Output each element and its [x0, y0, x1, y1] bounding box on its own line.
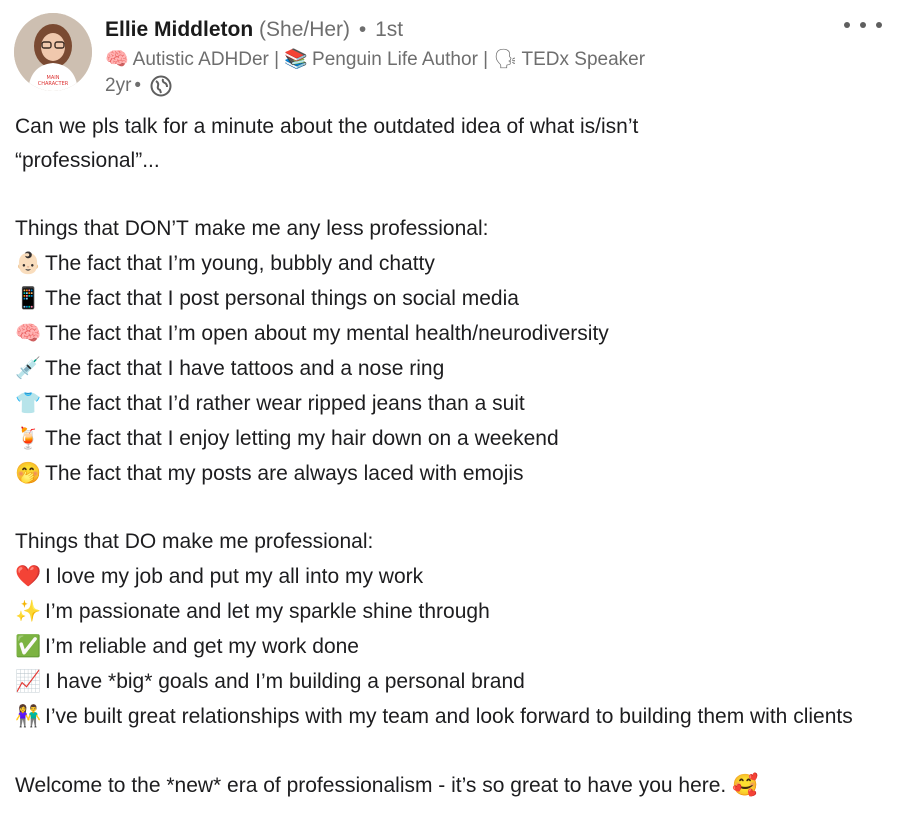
check-mark-icon: ✅	[15, 634, 42, 658]
list-item: 👕 The fact that I’d rather wear ripped je…	[15, 386, 885, 421]
red-heart-icon: ❤️	[15, 564, 42, 588]
list-item-text: The fact that I enjoy letting my hair do…	[45, 427, 559, 450]
author-pronouns: (She/Her)	[259, 18, 351, 41]
author-headline: 🧠 Autistic ADHDer | 📚 Penguin Life Author …	[105, 46, 645, 72]
post-meta: 2yr •	[105, 73, 645, 99]
list-item-text: The fact that I post personal things on …	[45, 287, 519, 310]
brain-icon: 🧠	[105, 48, 129, 70]
more-options-button[interactable]	[844, 14, 882, 36]
list-item: 🤭 The fact that my posts are always laced…	[15, 456, 885, 491]
shirt-icon: 👕	[15, 391, 42, 415]
list-item-text: I’m reliable and get my work done	[45, 635, 359, 658]
brain-icon: 🧠	[15, 321, 42, 345]
post-intro: Can we pls talk for a minute about the o…	[15, 115, 639, 172]
svg-text:CHARACTER: CHARACTER	[38, 81, 69, 87]
headline-part: Autistic ADHDer |	[132, 49, 280, 70]
list-item: 👫 I’ve built great relationships with my …	[15, 699, 885, 734]
chart-increasing-icon: 📈	[15, 669, 42, 693]
headline-part: Penguin Life Author |	[312, 49, 489, 70]
dot-icon	[844, 22, 850, 28]
list-item: 👶🏻 The fact that I’m young, bubbly and ch…	[15, 246, 885, 281]
avatar[interactable]: MAIN CHARACTER	[14, 13, 92, 91]
list-item-text: The fact that I’m young, bubbly and chat…	[45, 252, 435, 275]
smiling-face-hearts-icon: 🥰	[732, 773, 759, 797]
do-heading: Things that DO make me professional:	[15, 530, 374, 553]
list-item: 📱 The fact that I post personal things on…	[15, 281, 885, 316]
author-name[interactable]: Ellie Middleton	[105, 18, 253, 41]
speaking-head-icon: 🗣	[493, 48, 518, 70]
list-item-text: I’ve built great relationships with my t…	[45, 705, 853, 728]
list-item-text: The fact that I have tattoos and a nose …	[45, 357, 445, 380]
post-header: Ellie Middleton (She/Her) • 1st 🧠 Autisti…	[105, 16, 645, 99]
list-item-text: The fact that my posts are always laced …	[45, 462, 524, 485]
list-item: 📈 I have *big* goals and I’m building a p…	[15, 664, 885, 699]
list-item: 🧠 The fact that I’m open about my mental …	[15, 316, 885, 351]
sparkles-icon: ✨	[15, 599, 42, 623]
closing-text: Welcome to the *new* era of professional…	[15, 774, 727, 797]
list-item: 🍹 The fact that I enjoy letting my hair d…	[15, 421, 885, 456]
list-item: ✨ I’m passionate and let my sparkle shine…	[15, 594, 885, 629]
people-holding-hands-icon: 👫	[15, 704, 42, 728]
list-item-text: The fact that I’d rather wear ripped jea…	[45, 392, 525, 415]
post-body: Can we pls talk for a minute about the o…	[15, 110, 885, 803]
books-icon: 📚	[284, 48, 309, 70]
dot-icon	[860, 22, 866, 28]
baby-icon: 👶🏻	[15, 251, 42, 275]
connection-degree: 1st	[375, 18, 404, 41]
hushed-face-icon: 🤭	[15, 461, 42, 485]
list-item-text: I love my job and put my all into my wor…	[45, 565, 424, 588]
list-item-text: I’m passionate and let my sparkle shine …	[45, 600, 490, 623]
globe-icon	[150, 75, 172, 97]
post-time[interactable]: 2yr	[105, 73, 131, 99]
post-closing: Welcome to the *new* era of professional…	[15, 768, 885, 803]
dot-icon	[876, 22, 882, 28]
separator-dot: •	[134, 75, 142, 96]
list-item: ✅ I’m reliable and get my work done	[15, 629, 885, 664]
dont-heading: Things that DON’T make me any less profe…	[15, 217, 489, 240]
syringe-icon: 💉	[15, 356, 42, 380]
headline-part: TEDx Speaker	[521, 49, 646, 70]
list-item: 💉 The fact that I have tattoos and a nose…	[15, 351, 885, 386]
separator-dot: •	[358, 18, 367, 41]
author-line: Ellie Middleton (She/Her) • 1st	[105, 16, 645, 44]
phone-icon: 📱	[15, 286, 42, 310]
list-item: ❤️ I love my job and put my all into my w…	[15, 559, 885, 594]
list-item-text: I have *big* goals and I’m building a pe…	[45, 670, 525, 693]
tropical-drink-icon: 🍹	[15, 426, 42, 450]
list-item-text: The fact that I’m open about my mental h…	[45, 322, 609, 345]
